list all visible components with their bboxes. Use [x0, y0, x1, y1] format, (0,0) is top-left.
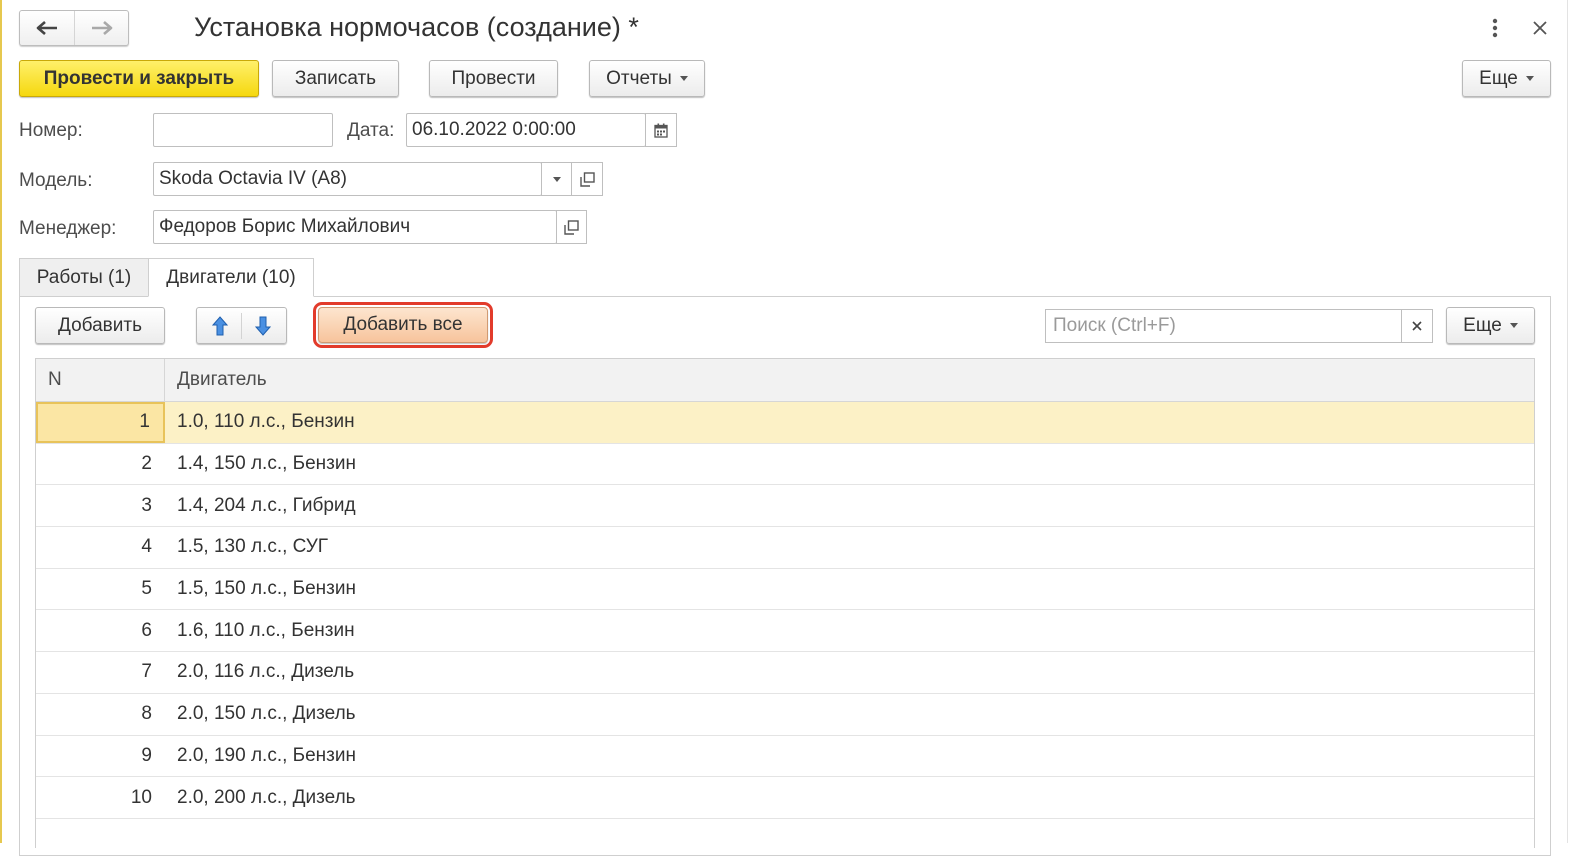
- close-icon: [1412, 321, 1422, 331]
- row-engine: 1.5, 150 л.с., Бензин: [177, 578, 356, 600]
- number-label: Номер:: [19, 120, 83, 141]
- row-engine: 1.6, 110 л.с., Бензин: [177, 619, 355, 641]
- model-dropdown-button[interactable]: [541, 162, 572, 196]
- reports-dropdown-button[interactable]: Отчеты: [589, 60, 705, 97]
- table-row[interactable]: 10 2.0, 200 л.с., Дизель: [36, 777, 1534, 819]
- row-engine: 2.0, 190 л.с., Бензин: [177, 744, 356, 766]
- calendar-icon: [654, 123, 668, 138]
- row-number: 3: [141, 494, 152, 516]
- row-engine: 1.4, 150 л.с., Бензин: [177, 453, 356, 475]
- row-engine: 1.5, 130 л.с., СУГ: [177, 536, 329, 558]
- table-row[interactable]: 1 1.0, 110 л.с., Бензин: [36, 402, 1534, 444]
- search-field[interactable]: [1045, 309, 1402, 343]
- row-engine: 2.0, 150 л.с., Дизель: [177, 703, 356, 725]
- move-up-button[interactable]: [211, 315, 228, 336]
- row-number: 5: [141, 578, 152, 600]
- table-row[interactable]: 2 1.4, 150 л.с., Бензин: [36, 444, 1534, 486]
- table-row[interactable]: 9 2.0, 190 л.с., Бензин: [36, 736, 1534, 778]
- add-all-button[interactable]: Добавить все: [313, 302, 493, 348]
- column-header-n[interactable]: N: [36, 359, 165, 401]
- arrow-left-icon: [36, 21, 57, 35]
- window-scrollbar[interactable]: [1567, 0, 1578, 843]
- table-row[interactable]: 6 1.6, 110 л.с., Бензин: [36, 610, 1534, 653]
- arrow-down-icon: [255, 316, 272, 336]
- more-vertical-icon[interactable]: [1484, 16, 1506, 40]
- more-dropdown-button[interactable]: Еще: [1462, 60, 1551, 97]
- row-engine: 2.0, 200 л.с., Дизель: [177, 786, 356, 808]
- model-field[interactable]: Skoda Octavia IV (A8): [153, 162, 542, 196]
- reports-label: Отчеты: [606, 67, 672, 89]
- row-number: 8: [141, 703, 152, 725]
- add-button[interactable]: Добавить: [35, 307, 165, 344]
- row-number: 7: [141, 661, 152, 683]
- save-button[interactable]: Записать: [272, 60, 399, 97]
- navigation-buttons: [19, 10, 129, 46]
- clear-search-button[interactable]: [1401, 309, 1433, 343]
- post-and-close-button[interactable]: Провести и закрыть: [19, 60, 259, 97]
- table-row[interactable]: 8 2.0, 150 л.с., Дизель: [36, 694, 1534, 736]
- window-left-edge: [0, 0, 2, 843]
- engines-table: N Двигатель 1 1.0, 110 л.с., Бензин 2 1.…: [35, 358, 1535, 848]
- row-engine: 1.0, 110 л.с., Бензин: [177, 411, 355, 433]
- row-number: 9: [141, 744, 152, 766]
- chevron-down-icon: [1525, 76, 1534, 81]
- close-icon[interactable]: [1529, 16, 1551, 40]
- manager-open-button[interactable]: [556, 210, 587, 244]
- move-buttons: [196, 307, 287, 344]
- row-number: 10: [130, 786, 152, 808]
- back-button[interactable]: [20, 11, 74, 45]
- table-row[interactable]: 3 1.4, 204 л.с., Гибрид: [36, 485, 1534, 528]
- manager-field[interactable]: Федоров Борис Михайлович: [153, 210, 557, 244]
- forward-button[interactable]: [74, 11, 128, 45]
- tab-works[interactable]: Работы (1): [19, 258, 149, 297]
- model-open-button[interactable]: [571, 162, 603, 196]
- table-row[interactable]: 4 1.5, 130 л.с., СУГ: [36, 527, 1534, 569]
- arrow-right-icon: [91, 21, 112, 35]
- table-row[interactable]: 7 2.0, 116 л.с., Дизель: [36, 652, 1534, 694]
- chevron-down-icon: [552, 176, 561, 182]
- table-header: N Двигатель: [36, 359, 1534, 402]
- column-header-engine[interactable]: Двигатель: [165, 359, 1534, 401]
- model-label: Модель:: [19, 170, 93, 191]
- date-field[interactable]: 06.10.2022 0:00:00: [406, 113, 646, 147]
- chevron-down-icon: [1509, 323, 1518, 328]
- open-window-icon: [564, 219, 579, 235]
- window-title: Установка нормочасов (создание) *: [194, 12, 639, 42]
- row-engine: 2.0, 116 л.с., Дизель: [177, 661, 355, 683]
- calendar-button[interactable]: [645, 113, 677, 147]
- row-engine: 1.4, 204 л.с., Гибрид: [177, 494, 356, 516]
- divider: [240, 312, 242, 339]
- row-number: 2: [141, 453, 152, 475]
- table-more-dropdown-button[interactable]: Еще: [1446, 307, 1535, 344]
- tab-engines[interactable]: Двигатели (10): [148, 258, 314, 297]
- arrow-up-icon: [211, 315, 228, 335]
- table-row[interactable]: 5 1.5, 150 л.с., Бензин: [36, 569, 1534, 611]
- manager-label: Менеджер:: [19, 218, 117, 239]
- row-number: 1: [36, 402, 165, 443]
- date-label: Дата:: [347, 120, 395, 141]
- row-number: 4: [141, 536, 152, 558]
- chevron-down-icon: [679, 76, 688, 81]
- open-window-icon: [579, 171, 595, 187]
- number-field[interactable]: [153, 113, 333, 147]
- search-input[interactable]: [1051, 314, 1401, 338]
- row-number: 6: [141, 619, 152, 641]
- more-label: Еще: [1479, 67, 1518, 89]
- post-button[interactable]: Провести: [429, 60, 558, 97]
- table-more-label: Еще: [1463, 314, 1502, 336]
- move-down-button[interactable]: [255, 316, 272, 336]
